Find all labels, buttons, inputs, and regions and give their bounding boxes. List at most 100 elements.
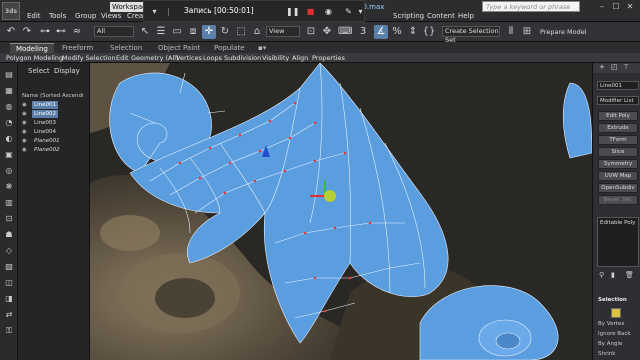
ribbon-vertices[interactable]: Vertices — [176, 53, 202, 63]
tab-populate[interactable]: Populate — [208, 43, 250, 53]
percent-snap-icon[interactable]: % — [390, 25, 404, 39]
display-bones-icon[interactable]: ☗ — [3, 229, 15, 241]
window-crossing-icon[interactable]: ⧈ — [186, 25, 200, 39]
menu-group[interactable]: Group — [72, 11, 99, 21]
scale-icon[interactable]: ⬚ — [234, 25, 248, 39]
ribbon-loops[interactable]: Loops — [203, 53, 222, 63]
filter-icon[interactable]: ▤ — [3, 69, 15, 81]
show-end-result-icon[interactable]: ▮ — [611, 271, 615, 279]
menu-views[interactable]: Views — [98, 11, 124, 21]
link-icon[interactable]: ⊶ — [38, 25, 52, 39]
display-groups-icon[interactable]: ▥ — [3, 197, 15, 209]
redo-icon[interactable]: ↷ — [20, 25, 34, 39]
lock-icon[interactable]: ⚿ — [3, 325, 15, 337]
display-containers-icon[interactable]: ◇ — [3, 245, 15, 257]
minimize-icon[interactable]: – — [596, 1, 608, 12]
xform-button[interactable]: TForm — [598, 135, 638, 145]
display-shapes-icon[interactable]: ◔ — [3, 117, 15, 129]
bind-icon[interactable]: ≈ — [70, 25, 84, 39]
visibility-eye-icon[interactable]: ◉ — [22, 110, 32, 118]
align-icon[interactable]: ⊞ — [520, 25, 534, 39]
tab-display[interactable]: Display — [54, 67, 80, 75]
select-by-name-icon[interactable]: ☰ — [154, 25, 168, 39]
camera-icon[interactable]: ◉ — [322, 5, 335, 18]
visibility-eye-icon[interactable]: ◉ — [22, 128, 32, 136]
scene-object-row[interactable]: ◉ Plane002 — [22, 146, 88, 154]
bevel-selection-button[interactable]: Bevel. Sel. — [598, 195, 638, 205]
modifier-stack[interactable]: Editable Poly — [597, 217, 639, 267]
visibility-eye-icon[interactable]: ◉ — [22, 137, 32, 145]
place-icon[interactable]: ⌂ — [250, 25, 264, 39]
extrude-button[interactable]: Extrude — [598, 123, 638, 133]
ribbon-align[interactable]: Align — [292, 53, 308, 63]
display-spacewarps-icon[interactable]: ❋ — [3, 181, 15, 193]
ribbon-geometry-all[interactable]: Geometry (All) — [131, 53, 179, 63]
visibility-eye-icon[interactable]: ◉ — [22, 119, 32, 127]
selection-filter-dropdown[interactable]: All — [94, 26, 134, 37]
modifier-list-dropdown[interactable]: Modifier List — [597, 96, 639, 105]
selection-set-dropdown[interactable]: Create Selection Set — [442, 26, 500, 44]
select-manipulate-icon[interactable]: ✥ — [320, 25, 334, 39]
more-icon[interactable]: ▾ — [354, 5, 367, 18]
edit-poly-button[interactable]: Edit Poly — [598, 111, 638, 121]
modifier-stack-item[interactable]: Editable Poly — [600, 220, 635, 226]
display-helpers-icon[interactable]: ◎ — [3, 165, 15, 177]
ribbon-properties[interactable]: Properties — [312, 53, 345, 63]
pin-stack-icon[interactable]: ⚲ — [599, 271, 604, 279]
display-xrefs-icon[interactable]: ⊡ — [3, 213, 15, 225]
display-cameras-icon[interactable]: ▣ — [3, 149, 15, 161]
scene-object-row[interactable]: ◉ Plane001 — [22, 137, 88, 145]
display-lights-icon[interactable]: ◐ — [3, 133, 15, 145]
spinner-snap-icon[interactable]: ⇕ — [406, 25, 420, 39]
app-logo[interactable]: 3ds — [2, 2, 20, 20]
opensubdiv-button[interactable]: OpenSubdiv — [598, 183, 638, 193]
edit-named-sets-icon[interactable]: {} — [422, 25, 436, 39]
scene-object-row[interactable]: ◉ Line004 — [22, 128, 88, 136]
vertex-selection-icon[interactable] — [611, 308, 621, 318]
ribbon-edit[interactable]: Edit — [116, 53, 129, 63]
rotate-icon[interactable]: ↻ — [218, 25, 232, 39]
ignore-backfacing-checkbox[interactable]: Ignore Back — [598, 331, 631, 337]
tab-selection[interactable]: Selection — [104, 43, 148, 53]
maximize-icon[interactable]: ☐ — [610, 1, 622, 12]
snaps-toggle-icon[interactable]: 3 — [356, 25, 370, 39]
symmetry-button[interactable]: Symmetry — [598, 159, 638, 169]
visibility-eye-icon[interactable]: ◉ — [22, 146, 32, 154]
column-header-name[interactable]: Name (Sorted Ascendi — [22, 93, 84, 99]
pause-icon[interactable]: ❚❚ — [286, 5, 299, 18]
angle-snap-icon[interactable]: ∡ — [374, 25, 388, 39]
undo-icon[interactable]: ↶ — [4, 25, 18, 39]
remove-modifier-icon[interactable]: 🗑 — [625, 271, 634, 279]
dropdown-arrow-icon[interactable]: ▾ — [148, 5, 161, 18]
scene-object-row[interactable]: ◉ Line001 — [22, 101, 88, 109]
region-select-icon[interactable]: ▭ — [170, 25, 184, 39]
display-hidden-icon[interactable]: ◫ — [3, 277, 15, 289]
prepare-model-button[interactable]: Prepare Model — [540, 28, 587, 36]
display-all-icon[interactable]: ◨ — [3, 293, 15, 305]
mirror-icon[interactable]: ⫴ — [504, 25, 518, 39]
search-input[interactable]: Type a keyword or phrase — [482, 1, 580, 12]
shrink-button[interactable]: Shrink — [598, 351, 615, 357]
display-none-icon[interactable]: ▦ — [3, 85, 15, 97]
keyboard-shortcut-icon[interactable]: ⌨ — [338, 25, 352, 39]
close-icon[interactable]: ✕ — [624, 1, 636, 12]
unlink-icon[interactable]: ⊷ — [54, 25, 68, 39]
ribbon-modify-selection[interactable]: Modify Selection — [62, 53, 116, 63]
ribbon-visibility[interactable]: Visibility — [262, 53, 289, 63]
menu-scripting[interactable]: Scripting — [390, 11, 427, 21]
scene-object-row[interactable]: ◉ Line003 — [22, 119, 88, 127]
modify-tab-icon[interactable]: ◰ — [611, 63, 618, 71]
perspective-viewport[interactable] — [90, 63, 592, 360]
menu-tools[interactable]: Tools — [46, 11, 69, 21]
by-angle-checkbox[interactable]: By Angle — [598, 341, 622, 347]
menu-help[interactable]: Help — [455, 11, 477, 21]
ribbon-subdivision[interactable]: Subdivision — [224, 53, 261, 63]
move-icon[interactable]: ✛ — [202, 25, 216, 39]
uvw-map-button[interactable]: UVW Map — [598, 171, 638, 181]
tab-modeling[interactable]: Modeling — [10, 43, 54, 53]
hierarchy-tab-icon[interactable]: ⊤ — [623, 63, 629, 71]
by-vertex-checkbox[interactable]: By Vertex — [598, 321, 624, 327]
object-name-field[interactable]: Line001 — [597, 81, 639, 90]
reference-coordinate-dropdown[interactable]: View — [266, 26, 300, 37]
display-geometry-icon[interactable]: ◍ — [3, 101, 15, 113]
